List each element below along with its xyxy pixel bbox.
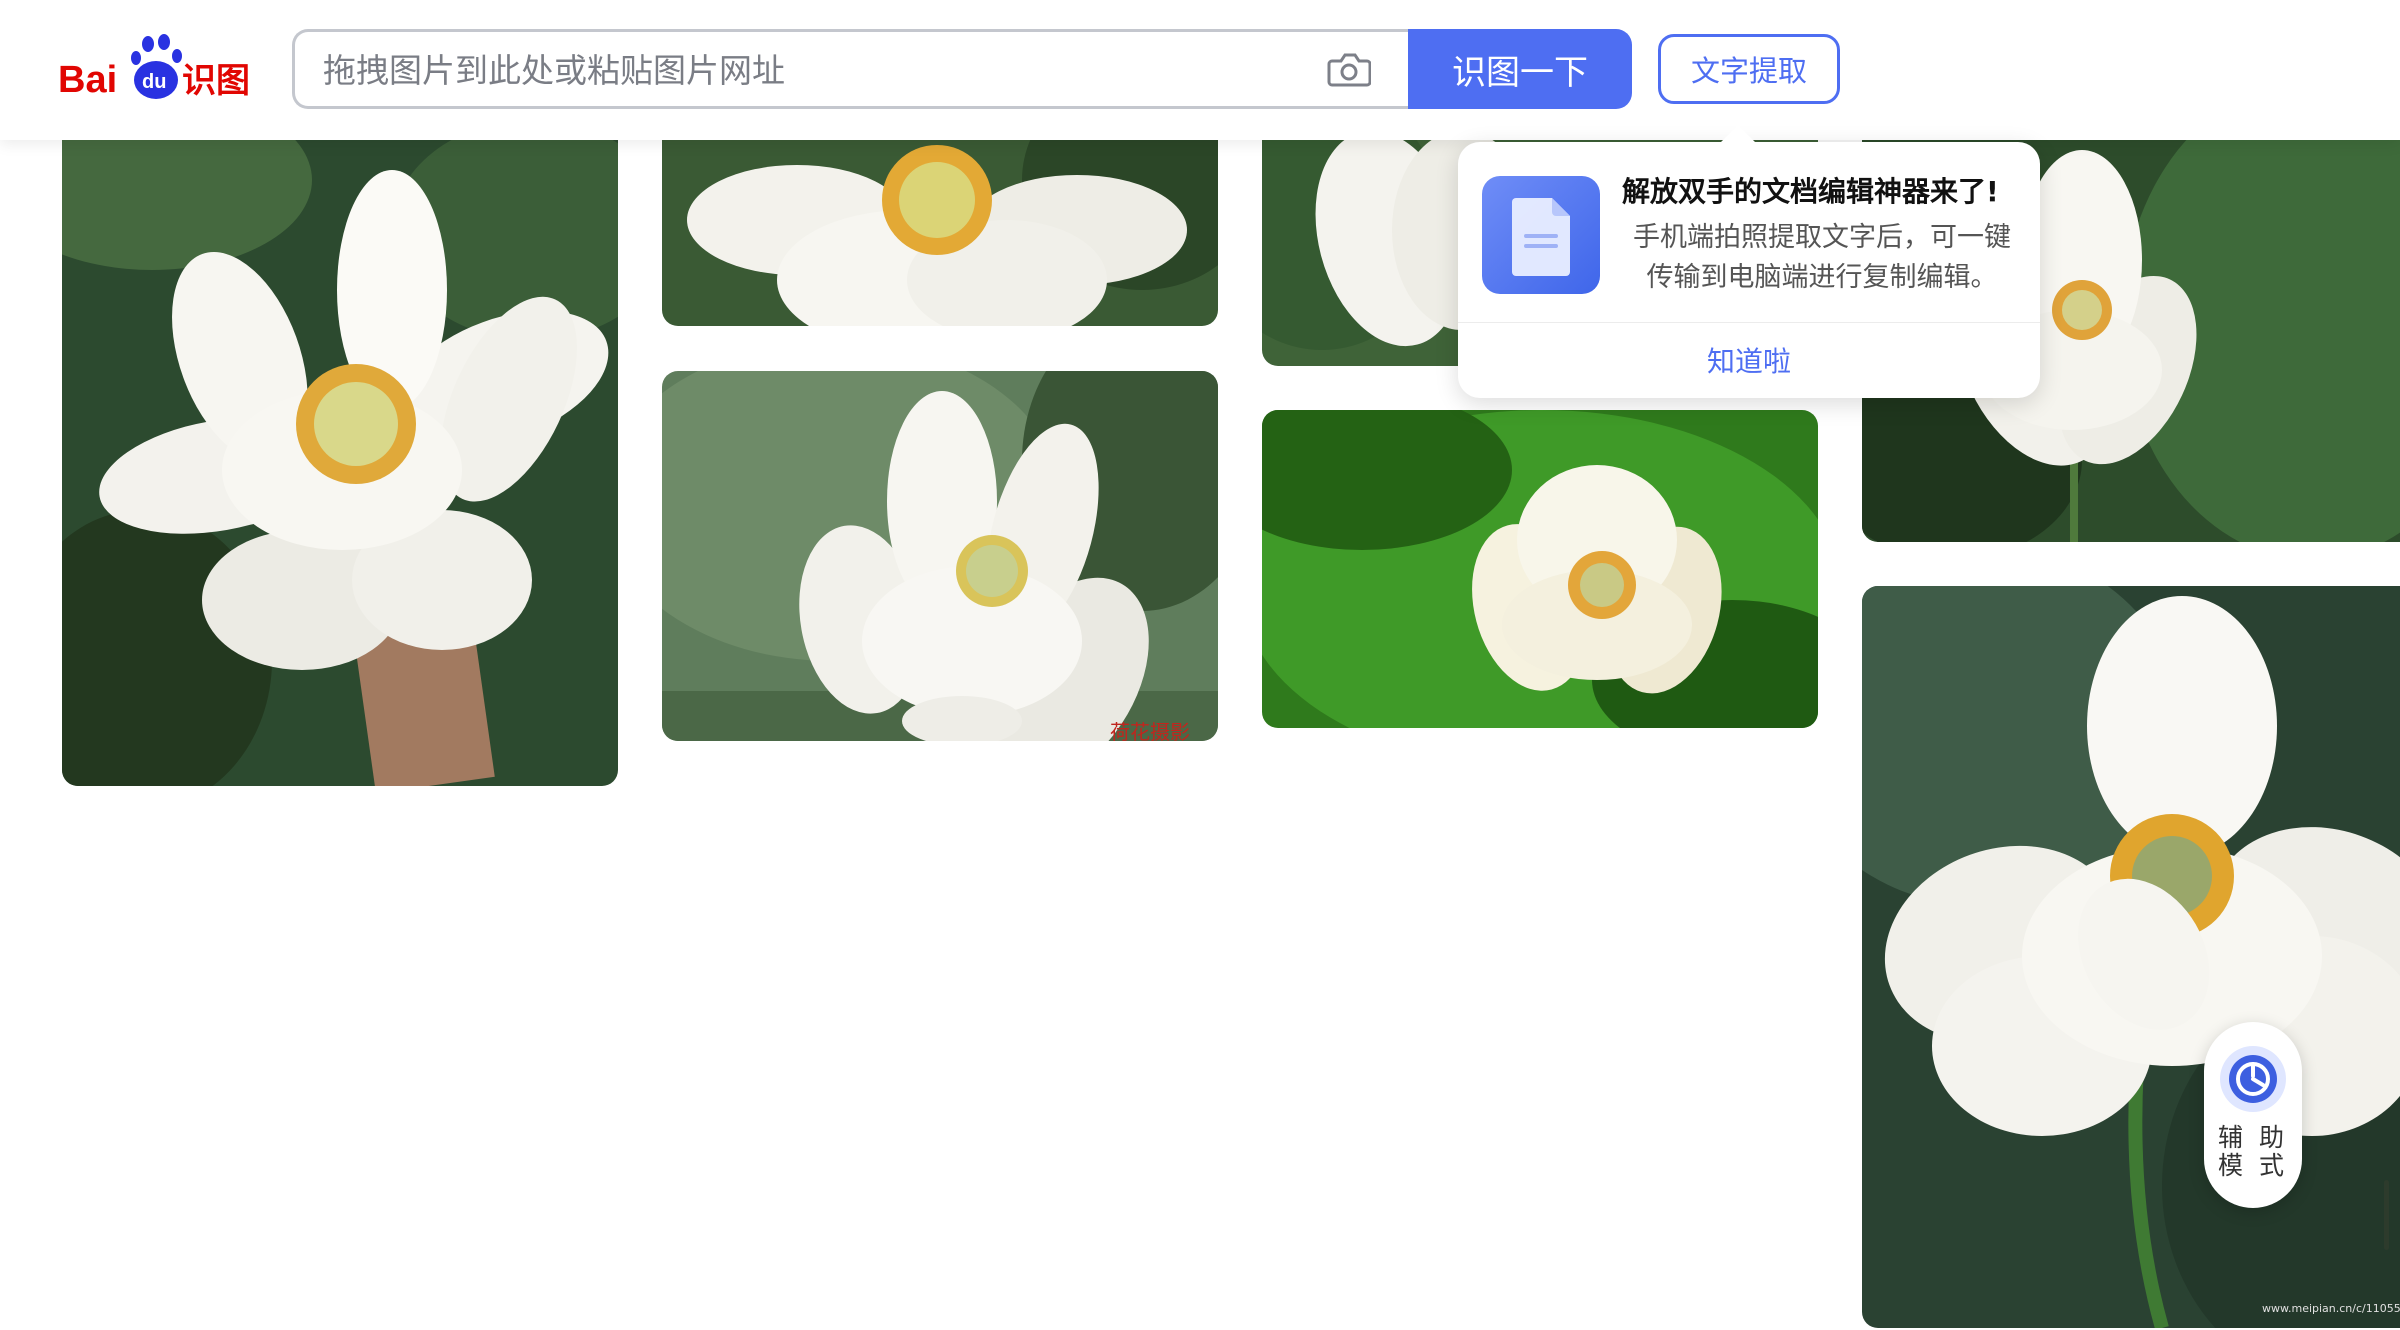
popover-title: 解放双手的文档编辑神器来了! [1622, 175, 1999, 208]
popover-description: 手机端拍照提取文字后，可一键传输到电脑端进行复制编辑。 [1633, 222, 2011, 293]
svg-text:du: du [142, 71, 166, 93]
result-image[interactable]: 荷花摄影 [662, 371, 1218, 741]
svg-text:荷花摄影: 荷花摄影 [1110, 720, 1190, 741]
got-it-button[interactable]: 知道啦 [1458, 324, 2040, 396]
text-extract-button[interactable]: 文字提取 [1658, 34, 1840, 104]
search-input[interactable] [321, 32, 1285, 108]
document-icon [1482, 176, 1600, 294]
divider [1458, 322, 2040, 323]
image-watermark: www.meipian.cn/c/11055 [2262, 1302, 2400, 1315]
svg-text:Bai: Bai [58, 59, 117, 101]
feature-tip-popover: 解放双手的文档编辑神器来了! 手机端拍照提取文字后，可一键传输到电脑端进行复制编… [1458, 125, 2040, 398]
camera-icon[interactable] [1327, 49, 1372, 89]
search-button[interactable]: 识图一下 [1408, 29, 1632, 109]
result-image[interactable] [1262, 410, 1818, 728]
search-box [292, 29, 1408, 109]
scrollbar[interactable] [2384, 1180, 2389, 1250]
assist-mode-button[interactable]: 辅 助 模 式 [2204, 1022, 2302, 1208]
header: Bai du 识图 识图一下 文字提取 [0, 0, 2400, 140]
result-image[interactable] [1862, 586, 2400, 1328]
accessibility-icon [2218, 1044, 2288, 1114]
assist-mode-label: 辅 助 模 式 [2218, 1123, 2288, 1180]
result-image[interactable] [62, 100, 618, 786]
baidu-logo[interactable]: Bai du 识图 [56, 34, 256, 106]
svg-text:识图: 识图 [182, 61, 250, 101]
